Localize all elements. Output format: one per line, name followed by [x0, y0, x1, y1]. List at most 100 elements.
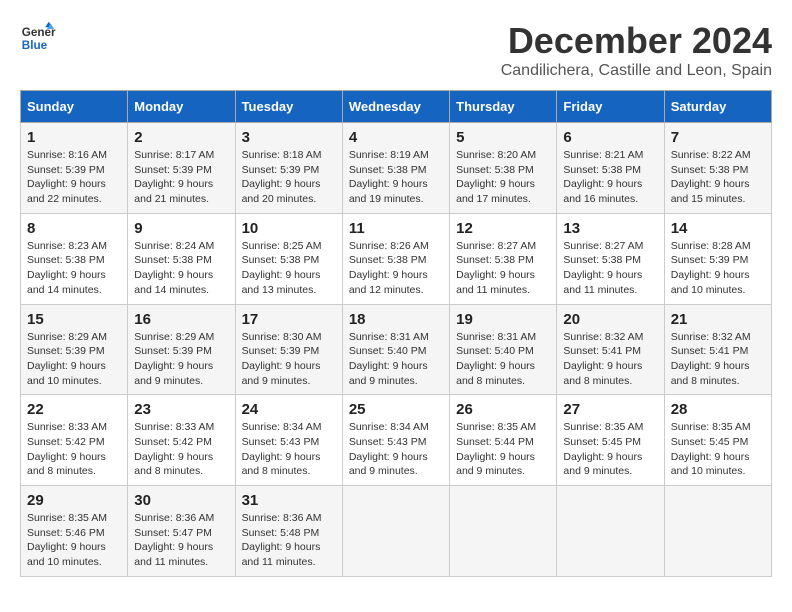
location-title: Candilichera, Castille and Leon, Spain — [501, 62, 772, 80]
svg-text:Blue: Blue — [22, 39, 48, 52]
day-header-saturday: Saturday — [664, 91, 771, 123]
calendar-header-row: SundayMondayTuesdayWednesdayThursdayFrid… — [21, 91, 772, 123]
day-number: 12 — [456, 220, 550, 237]
calendar-cell: 6Sunrise: 8:21 AM Sunset: 5:38 PM Daylig… — [557, 123, 664, 214]
day-number: 29 — [27, 492, 121, 509]
calendar-week-3: 15 Sunrise: 8:29 AM Sunset: 5:39 PM Dayli… — [21, 304, 772, 395]
day-number: 25 — [349, 401, 443, 418]
day-number: 20 — [563, 311, 657, 328]
day-number: 3 — [242, 129, 336, 146]
day-info: Sunrise: 8:35 AM Sunset: 5:45 PM Dayligh… — [671, 420, 765, 479]
calendar-cell: 31 Sunrise: 8:36 AM Sunset: 5:48 PM Dayli… — [235, 486, 342, 577]
day-info: Sunrise: 8:17 AM Sunset: 5:39 PM Dayligh… — [134, 148, 228, 207]
calendar-cell: 29 Sunrise: 8:35 AM Sunset: 5:46 PM Dayli… — [21, 486, 128, 577]
day-number: 5 — [456, 129, 550, 146]
day-header-friday: Friday — [557, 91, 664, 123]
day-info: Sunrise: 8:35 AM Sunset: 5:45 PM Dayligh… — [563, 420, 657, 479]
calendar-cell: 12 Sunrise: 8:27 AM Sunset: 5:38 PM Dayli… — [450, 213, 557, 304]
day-header-wednesday: Wednesday — [342, 91, 449, 123]
day-info: Sunrise: 8:25 AM Sunset: 5:38 PM Dayligh… — [242, 239, 336, 298]
title-section: December 2024 Candilichera, Castille and… — [501, 20, 772, 80]
day-header-sunday: Sunday — [21, 91, 128, 123]
day-number: 10 — [242, 220, 336, 237]
calendar-cell: 20Sunrise: 8:32 AM Sunset: 5:41 PM Dayli… — [557, 304, 664, 395]
day-number: 15 — [27, 311, 121, 328]
calendar-cell: 5 Sunrise: 8:20 AM Sunset: 5:38 PM Daylig… — [450, 123, 557, 214]
calendar-cell: 1 Sunrise: 8:16 AM Sunset: 5:39 PM Daylig… — [21, 123, 128, 214]
calendar-cell: 18Sunrise: 8:31 AM Sunset: 5:40 PM Dayli… — [342, 304, 449, 395]
calendar-week-4: 22 Sunrise: 8:33 AM Sunset: 5:42 PM Dayli… — [21, 395, 772, 486]
calendar-cell: 23 Sunrise: 8:33 AM Sunset: 5:42 PM Dayli… — [128, 395, 235, 486]
day-number: 17 — [242, 311, 336, 328]
day-info: Sunrise: 8:30 AM Sunset: 5:39 PM Dayligh… — [242, 330, 336, 389]
calendar-cell: 24Sunrise: 8:34 AM Sunset: 5:43 PM Dayli… — [235, 395, 342, 486]
day-number: 30 — [134, 492, 228, 509]
day-info: Sunrise: 8:32 AM Sunset: 5:41 PM Dayligh… — [671, 330, 765, 389]
day-info: Sunrise: 8:35 AM Sunset: 5:46 PM Dayligh… — [27, 511, 121, 570]
day-number: 18 — [349, 311, 443, 328]
day-info: Sunrise: 8:21 AM Sunset: 5:38 PM Dayligh… — [563, 148, 657, 207]
day-info: Sunrise: 8:31 AM Sunset: 5:40 PM Dayligh… — [456, 330, 550, 389]
calendar-cell: 3 Sunrise: 8:18 AM Sunset: 5:39 PM Daylig… — [235, 123, 342, 214]
day-info: Sunrise: 8:36 AM Sunset: 5:48 PM Dayligh… — [242, 511, 336, 570]
calendar-cell: 14 Sunrise: 8:28 AM Sunset: 5:39 PM Dayli… — [664, 213, 771, 304]
day-info: Sunrise: 8:18 AM Sunset: 5:39 PM Dayligh… — [242, 148, 336, 207]
day-info: Sunrise: 8:27 AM Sunset: 5:38 PM Dayligh… — [456, 239, 550, 298]
day-number: 7 — [671, 129, 765, 146]
day-number: 23 — [134, 401, 228, 418]
day-header-monday: Monday — [128, 91, 235, 123]
calendar-cell: 17 Sunrise: 8:30 AM Sunset: 5:39 PM Dayli… — [235, 304, 342, 395]
day-info: Sunrise: 8:34 AM Sunset: 5:43 PM Dayligh… — [349, 420, 443, 479]
logo: General Blue — [20, 20, 56, 56]
calendar-cell: 16 Sunrise: 8:29 AM Sunset: 5:39 PM Dayli… — [128, 304, 235, 395]
day-number: 27 — [563, 401, 657, 418]
day-info: Sunrise: 8:26 AM Sunset: 5:38 PM Dayligh… — [349, 239, 443, 298]
day-info: Sunrise: 8:28 AM Sunset: 5:39 PM Dayligh… — [671, 239, 765, 298]
day-number: 14 — [671, 220, 765, 237]
day-info: Sunrise: 8:22 AM Sunset: 5:38 PM Dayligh… — [671, 148, 765, 207]
day-info: Sunrise: 8:19 AM Sunset: 5:38 PM Dayligh… — [349, 148, 443, 207]
calendar-cell: 19 Sunrise: 8:31 AM Sunset: 5:40 PM Dayli… — [450, 304, 557, 395]
day-header-tuesday: Tuesday — [235, 91, 342, 123]
day-info: Sunrise: 8:33 AM Sunset: 5:42 PM Dayligh… — [134, 420, 228, 479]
day-number: 28 — [671, 401, 765, 418]
day-info: Sunrise: 8:29 AM Sunset: 5:39 PM Dayligh… — [27, 330, 121, 389]
calendar-cell: 13 Sunrise: 8:27 AM Sunset: 5:38 PM Dayli… — [557, 213, 664, 304]
day-number: 4 — [349, 129, 443, 146]
calendar-cell — [664, 486, 771, 577]
day-number: 8 — [27, 220, 121, 237]
day-number: 22 — [27, 401, 121, 418]
calendar-cell — [342, 486, 449, 577]
day-number: 26 — [456, 401, 550, 418]
day-info: Sunrise: 8:16 AM Sunset: 5:39 PM Dayligh… — [27, 148, 121, 207]
calendar-week-2: 8Sunrise: 8:23 AM Sunset: 5:38 PM Daylig… — [21, 213, 772, 304]
calendar-cell: 8Sunrise: 8:23 AM Sunset: 5:38 PM Daylig… — [21, 213, 128, 304]
day-number: 9 — [134, 220, 228, 237]
calendar-cell: 9 Sunrise: 8:24 AM Sunset: 5:38 PM Daylig… — [128, 213, 235, 304]
day-header-thursday: Thursday — [450, 91, 557, 123]
day-number: 19 — [456, 311, 550, 328]
calendar-cell: 7 Sunrise: 8:22 AM Sunset: 5:38 PM Daylig… — [664, 123, 771, 214]
calendar-cell — [450, 486, 557, 577]
calendar-cell: 10 Sunrise: 8:25 AM Sunset: 5:38 PM Dayli… — [235, 213, 342, 304]
calendar-week-5: 29 Sunrise: 8:35 AM Sunset: 5:46 PM Dayli… — [21, 486, 772, 577]
calendar-body: 1 Sunrise: 8:16 AM Sunset: 5:39 PM Daylig… — [21, 123, 772, 577]
calendar-cell: 27 Sunrise: 8:35 AM Sunset: 5:45 PM Dayli… — [557, 395, 664, 486]
day-number: 16 — [134, 311, 228, 328]
day-info: Sunrise: 8:29 AM Sunset: 5:39 PM Dayligh… — [134, 330, 228, 389]
calendar-cell: 2Sunrise: 8:17 AM Sunset: 5:39 PM Daylig… — [128, 123, 235, 214]
calendar-cell: 26 Sunrise: 8:35 AM Sunset: 5:44 PM Dayli… — [450, 395, 557, 486]
day-info: Sunrise: 8:33 AM Sunset: 5:42 PM Dayligh… — [27, 420, 121, 479]
day-info: Sunrise: 8:24 AM Sunset: 5:38 PM Dayligh… — [134, 239, 228, 298]
day-info: Sunrise: 8:35 AM Sunset: 5:44 PM Dayligh… — [456, 420, 550, 479]
page-header: General Blue December 2024 Candilichera,… — [20, 20, 772, 80]
calendar-cell: 4 Sunrise: 8:19 AM Sunset: 5:38 PM Daylig… — [342, 123, 449, 214]
day-info: Sunrise: 8:27 AM Sunset: 5:38 PM Dayligh… — [563, 239, 657, 298]
calendar-cell — [557, 486, 664, 577]
calendar-cell: 30Sunrise: 8:36 AM Sunset: 5:47 PM Dayli… — [128, 486, 235, 577]
logo-icon: General Blue — [20, 20, 56, 56]
day-number: 13 — [563, 220, 657, 237]
day-info: Sunrise: 8:20 AM Sunset: 5:38 PM Dayligh… — [456, 148, 550, 207]
day-number: 1 — [27, 129, 121, 146]
day-number: 31 — [242, 492, 336, 509]
